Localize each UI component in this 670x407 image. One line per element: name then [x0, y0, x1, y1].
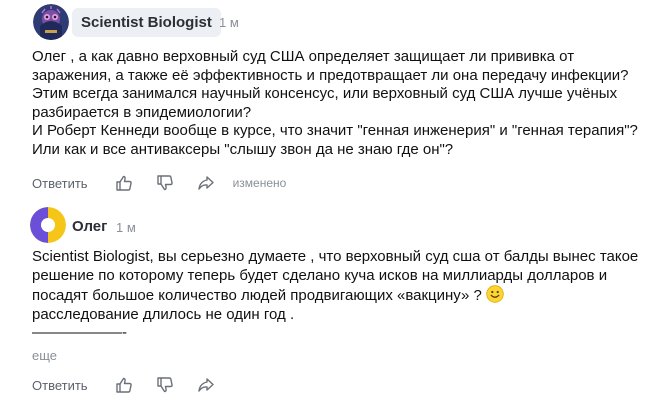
- reply-button[interactable]: Ответить: [32, 176, 88, 191]
- show-more-link[interactable]: еще: [32, 348, 57, 363]
- share-icon[interactable]: [197, 174, 215, 192]
- smiling-face-emoji-icon: [486, 285, 504, 303]
- comment-actions: Ответить: [32, 375, 238, 395]
- edited-label: изменено: [232, 176, 287, 190]
- comment-actions: Ответить изменено: [32, 173, 286, 193]
- comments-thread: Scientist Biologist 1 м Олег , а как дав…: [0, 0, 670, 407]
- author-name[interactable]: Олег: [72, 218, 107, 235]
- comment-paragraph: Scientist Biologist, вы серьезно думаете…: [32, 248, 642, 306]
- thumbs-down-icon[interactable]: [156, 174, 174, 192]
- comment-time: 1 м: [116, 220, 136, 235]
- thumbs-down-icon[interactable]: [156, 376, 174, 394]
- comment-text: Олег , а как давно верховный суд США опр…: [32, 48, 642, 159]
- reply-button[interactable]: Ответить: [32, 378, 88, 393]
- comment-text: Scientist Biologist, вы серьезно думаете…: [32, 248, 642, 342]
- share-icon[interactable]: [197, 376, 215, 394]
- dash-line: ——————-: [32, 324, 127, 341]
- thumbs-up-icon[interactable]: [115, 376, 133, 394]
- comment-time: 1 м: [219, 15, 239, 30]
- thumbs-up-icon[interactable]: [115, 174, 133, 192]
- comment-paragraph-text: Scientist Biologist, вы серьезно думаете…: [32, 248, 643, 304]
- comment-paragraph: расследование длилось не один год .: [32, 305, 295, 323]
- comment-paragraph: И Роберт Кеннеди вообще в курсе, что зна…: [32, 122, 643, 158]
- author-name[interactable]: Scientist Biologist: [72, 8, 221, 37]
- avatar[interactable]: [30, 207, 66, 243]
- avatar[interactable]: [33, 4, 69, 40]
- comment-paragraph: Олег , а как давно верховный суд США опр…: [32, 48, 633, 121]
